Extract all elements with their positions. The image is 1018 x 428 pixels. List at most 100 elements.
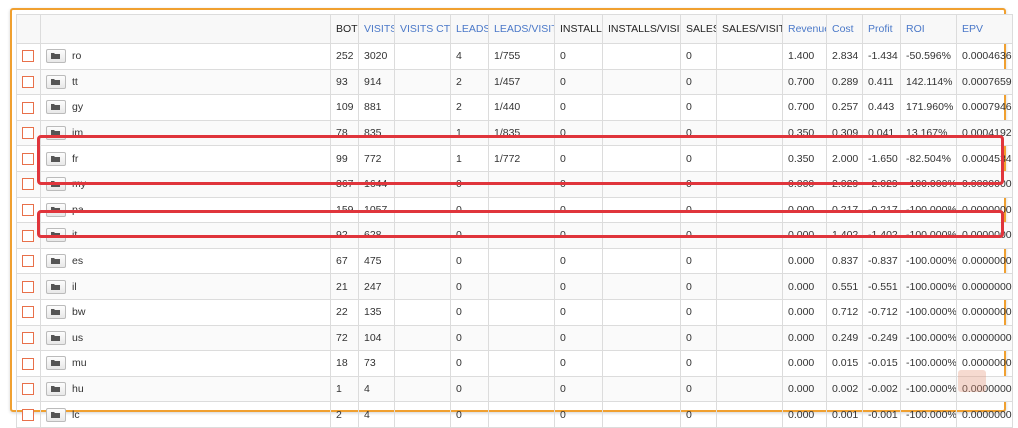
cell-revenue: 0.000 (782, 375, 827, 403)
table-row[interactable]: jm 78 835 1 1/835 0 0 0.350 0.309 0.041 13.167% 0.0… (16, 119, 1013, 147)
cell-leads-visits (488, 375, 555, 403)
cell-bot: 78 (330, 119, 359, 147)
cell-visits: 914 (358, 68, 395, 96)
folder-icon[interactable] (46, 100, 66, 115)
cell-leads: 1 (450, 145, 489, 172)
row-checkbox[interactable] (22, 229, 34, 242)
row-checkbox[interactable] (22, 331, 34, 344)
row-checkbox[interactable] (22, 408, 34, 421)
cell-bot: 159 (330, 196, 359, 224)
row-select-cell (16, 68, 41, 96)
header-installs[interactable]: INSTALLS (554, 14, 603, 44)
cell-bot: 367 (330, 170, 359, 198)
folder-icon[interactable] (46, 126, 66, 141)
header-visits[interactable]: VISITS (358, 14, 395, 44)
table-row[interactable]: hu 1 4 0 0 0 0.000 0.002 -0.002 -100.000% 0.000000… (16, 375, 1013, 403)
table-row[interactable]: it 92 628 0 0 0 0.000 1.402 -1.402 -100.000% 0.000… (16, 222, 1013, 249)
cell-profit: 0.443 (862, 94, 901, 121)
table-row[interactable]: fr 99 772 1 1/772 0 0 0.350 2.000 -1.650 -82.504% 0… (16, 145, 1013, 172)
table-row[interactable]: bw 22 135 0 0 0 0.000 0.712 -0.712 -100.000% 0.000… (16, 298, 1013, 326)
cell-sales-visit (716, 68, 783, 96)
folder-icon[interactable] (46, 49, 66, 64)
cell-installs-visit (602, 273, 681, 300)
folder-icon[interactable] (46, 407, 66, 422)
header-sales[interactable]: SALES (680, 14, 717, 44)
cell-leads-visits (488, 298, 555, 326)
cell-epv: 0.0000000 (956, 324, 1013, 352)
header-epv[interactable]: EPV (956, 14, 1013, 44)
header-leads[interactable]: LEADS (450, 14, 489, 44)
cell-bot: 18 (330, 350, 359, 377)
row-checkbox[interactable] (22, 101, 34, 114)
table-row[interactable]: pa 159 1057 0 0 0 0.000 0.217 -0.217 -100.000% 0.0… (16, 196, 1013, 224)
table-row[interactable]: il 21 247 0 0 0 0.000 0.551 -0.551 -100.000% 0.000… (16, 273, 1013, 300)
folder-icon[interactable] (46, 279, 66, 294)
table-row[interactable]: lc 2 4 0 0 0 0.000 0.001 -0.001 -100.000% 0.000000… (16, 401, 1013, 428)
header-revenue[interactable]: Revenue (782, 14, 827, 44)
cell-visits: 135 (358, 298, 395, 326)
header-cost[interactable]: Cost (826, 14, 863, 44)
row-checkbox[interactable] (22, 178, 34, 191)
table-row[interactable]: ro 252 3020 4 1/755 0 0 1.400 2.834 -1.434 -50.596… (16, 43, 1013, 70)
cell-leads: 0 (450, 222, 489, 249)
row-checkbox[interactable] (22, 152, 34, 165)
cell-cost: 0.015 (826, 350, 863, 377)
row-checkbox[interactable] (22, 357, 34, 370)
folder-icon[interactable] (46, 151, 66, 166)
header-profit[interactable]: Profit (862, 14, 901, 44)
cell-leads-visits (488, 196, 555, 224)
cell-sales-visit (716, 324, 783, 352)
folder-icon[interactable] (46, 254, 66, 269)
table-row[interactable]: us 72 104 0 0 0 0.000 0.249 -0.249 -100.000% 0.000… (16, 324, 1013, 352)
header-leads-visits[interactable]: LEADS/VISITS (488, 14, 555, 44)
row-checkbox[interactable] (22, 203, 34, 216)
cell-cost: 2.000 (826, 145, 863, 172)
row-checkbox[interactable] (22, 383, 34, 396)
cell-sales: 0 (680, 324, 717, 352)
cell-roi: -100.000% (900, 222, 957, 249)
folder-icon[interactable] (46, 356, 66, 371)
row-checkbox[interactable] (22, 76, 34, 88)
cell-roi: -100.000% (900, 401, 957, 428)
row-checkbox[interactable] (22, 306, 34, 319)
row-name: tt (72, 75, 78, 88)
table-row[interactable]: mu 18 73 0 0 0 0.000 0.015 -0.015 -100.000% 0.0000… (16, 350, 1013, 377)
header-visits-ctr[interactable]: VISITS CTR (394, 14, 451, 44)
row-select-cell (16, 119, 41, 147)
cell-epv: 0.0000000 (956, 401, 1013, 428)
cell-visits-ctr (394, 222, 451, 249)
header-roi[interactable]: ROI (900, 14, 957, 44)
cell-visits: 628 (358, 222, 395, 249)
cell-installs: 0 (554, 68, 603, 96)
row-checkbox[interactable] (22, 50, 34, 63)
folder-icon[interactable] (46, 202, 66, 217)
cell-profit: -0.015 (862, 350, 901, 377)
row-name: pa (72, 203, 84, 216)
folder-icon[interactable] (46, 177, 66, 192)
row-checkbox[interactable] (22, 255, 34, 268)
header-bot[interactable]: BOT (330, 14, 359, 44)
row-select-cell (16, 247, 41, 275)
header-installs-visit[interactable]: INSTALLS/VISIT (602, 14, 681, 44)
row-name-cell: gy (40, 94, 331, 121)
row-checkbox[interactable] (22, 280, 34, 293)
header-sales-visit[interactable]: SALES/VISIT (716, 14, 783, 44)
table-row[interactable]: my 367 1644 0 0 0 0.000 2.029 -2.029 -100.000% 0.0… (16, 170, 1013, 198)
cell-revenue: 0.350 (782, 119, 827, 147)
cell-cost: 0.309 (826, 119, 863, 147)
folder-icon[interactable] (46, 382, 66, 397)
row-checkbox[interactable] (22, 127, 34, 140)
cell-roi: -100.000% (900, 350, 957, 377)
scroll-top-button[interactable] (958, 370, 986, 392)
row-name: gy (72, 101, 84, 114)
folder-icon[interactable] (46, 74, 66, 89)
folder-icon[interactable] (46, 330, 66, 345)
folder-icon[interactable] (46, 228, 66, 243)
table-row[interactable]: gy 109 881 2 1/440 0 0 0.700 0.257 0.443 171.960% 0… (16, 94, 1013, 121)
table-row[interactable]: es 67 475 0 0 0 0.000 0.837 -0.837 -100.000% 0.000… (16, 247, 1013, 275)
cell-roi: -100.000% (900, 170, 957, 198)
folder-icon[interactable] (46, 305, 66, 320)
cell-installs-visit (602, 350, 681, 377)
cell-visits-ctr (394, 247, 451, 275)
table-row[interactable]: tt 93 914 2 1/457 0 0 0.700 0.289 0.411 142.114% 0.… (16, 68, 1013, 96)
